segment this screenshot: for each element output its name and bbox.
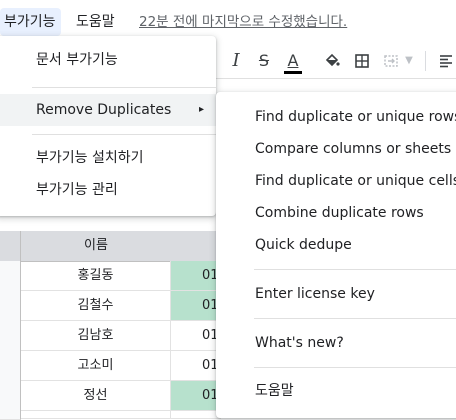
menu-addons[interactable]: 부가기능 — [0, 8, 61, 36]
paint-bucket-icon — [325, 53, 340, 67]
menu-item-quick-dedupe[interactable]: Quick dedupe — [216, 229, 456, 261]
merge-cells-icon — [384, 55, 398, 67]
menu-divider — [32, 134, 216, 135]
menu-item-combine-rows[interactable]: Combine duplicate rows — [216, 197, 456, 229]
borders-icon — [355, 54, 369, 68]
menu-item-whats-new[interactable]: What's new? — [216, 327, 456, 359]
borders-button[interactable] — [350, 48, 374, 74]
row-header[interactable] — [0, 291, 21, 322]
submenu-arrow-icon: ▸ — [198, 104, 204, 115]
table-cell[interactable]: 고소미 — [21, 351, 171, 381]
menu-item-find-duplicate-rows[interactable]: Find duplicate or unique rows — [216, 101, 456, 133]
menu-help[interactable]: 도움말 — [76, 8, 115, 36]
toolbar-divider — [425, 51, 426, 71]
italic-button[interactable]: I — [224, 48, 248, 74]
menu-item-get-addons[interactable]: 부가기능 설치하기 — [0, 142, 216, 174]
menu-item-document-addons[interactable]: 문서 부가기능 — [0, 44, 216, 76]
table-cell[interactable]: 정선 — [21, 381, 171, 411]
menu-divider — [254, 367, 456, 368]
menu-item-compare-columns[interactable]: Compare columns or sheets — [216, 133, 456, 165]
row-header[interactable] — [0, 351, 21, 382]
text-color-button[interactable]: A — [281, 48, 305, 74]
menu-item-remove-duplicates[interactable]: Remove Duplicates ▸ — [0, 94, 216, 126]
text-color-icon: A — [287, 51, 299, 70]
remove-duplicates-submenu: Find duplicate or unique rows Compare co… — [216, 92, 456, 418]
strikethrough-button[interactable]: S — [252, 48, 276, 74]
row-header[interactable] — [0, 261, 21, 292]
column-header-name: 이름 — [84, 238, 108, 253]
fill-color-button[interactable] — [320, 48, 344, 74]
table-cell[interactable]: 01 — [171, 261, 221, 291]
chevron-down-icon[interactable]: ▼ — [402, 48, 416, 74]
row-header[interactable] — [0, 381, 21, 412]
row-header[interactable] — [0, 231, 21, 262]
menu-divider — [254, 269, 456, 270]
table-cell[interactable]: 김철수 — [21, 291, 171, 321]
table-cell[interactable]: 홍길동 — [21, 261, 171, 291]
text-color-swatch — [284, 71, 302, 74]
addons-menu: 문서 부가기능 Remove Duplicates ▸ 부가기능 설치하기 부가… — [0, 36, 216, 216]
menu-item-find-duplicate-cells[interactable]: Find duplicate or unique cells — [216, 165, 456, 197]
align-left-icon — [440, 55, 452, 68]
align-button[interactable] — [434, 48, 456, 74]
row-header[interactable] — [0, 411, 21, 420]
table-cell[interactable]: 01 — [171, 351, 221, 381]
menu-divider — [32, 87, 216, 88]
table-cell[interactable]: 01 — [171, 321, 221, 351]
row-header[interactable] — [0, 321, 21, 352]
header-cell[interactable] — [171, 231, 222, 262]
menu-item-label: Remove Duplicates — [36, 102, 172, 118]
menu-divider — [254, 318, 456, 319]
merge-cells-button[interactable] — [379, 48, 403, 74]
last-edit-link[interactable]: 22분 전에 마지막으로 수정했습니다. — [139, 8, 347, 36]
table-cell[interactable]: 01 — [171, 381, 221, 411]
menu-item-manage-addons[interactable]: 부가기능 관리 — [0, 174, 216, 206]
menu-item-license-key[interactable]: Enter license key — [216, 278, 456, 310]
table-cell[interactable]: 김남호 — [21, 321, 171, 351]
menu-item-help[interactable]: 도움말 — [216, 375, 456, 407]
table-cell[interactable]: 01 — [171, 291, 221, 321]
